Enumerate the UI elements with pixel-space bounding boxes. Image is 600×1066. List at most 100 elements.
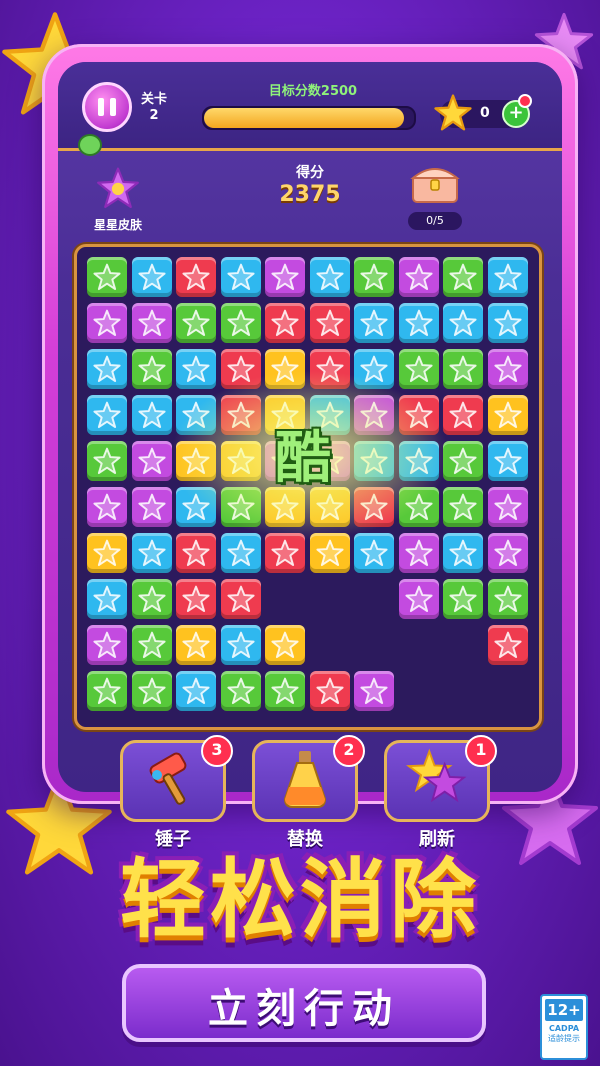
tile-cyan[interactable] bbox=[398, 303, 439, 343]
tile-cyan[interactable] bbox=[131, 533, 172, 573]
tile-cyan[interactable] bbox=[131, 257, 172, 297]
tile-green[interactable] bbox=[354, 257, 394, 297]
frog-icon bbox=[78, 134, 102, 156]
score-progress-bar bbox=[202, 106, 416, 130]
star-icon bbox=[226, 631, 255, 659]
treasure-chest-button[interactable]: 0/5 bbox=[398, 160, 472, 230]
swap-tool-button[interactable]: 2 替换 bbox=[252, 735, 365, 850]
star-icon bbox=[182, 355, 210, 383]
tile-green[interactable] bbox=[131, 671, 172, 711]
tile-green[interactable] bbox=[131, 349, 172, 389]
tile-green[interactable] bbox=[131, 579, 172, 619]
tile-yellow[interactable] bbox=[87, 533, 127, 573]
tile-purple[interactable] bbox=[398, 533, 439, 573]
tile-green[interactable] bbox=[265, 671, 305, 711]
tile-green[interactable] bbox=[220, 303, 261, 343]
star-icon bbox=[182, 539, 210, 567]
tile-cyan[interactable] bbox=[443, 533, 483, 573]
refresh-star-icon bbox=[406, 748, 467, 803]
tile-cyan[interactable] bbox=[487, 257, 528, 297]
tile-green[interactable] bbox=[87, 441, 127, 481]
tile-green[interactable] bbox=[443, 349, 483, 389]
tile-purple[interactable] bbox=[354, 671, 394, 711]
tile-cyan[interactable] bbox=[220, 257, 261, 297]
tile-red[interactable] bbox=[220, 579, 261, 619]
tile-green[interactable] bbox=[443, 257, 483, 297]
tile-purple[interactable] bbox=[131, 441, 172, 481]
star-icon bbox=[271, 539, 299, 567]
tile-cyan[interactable] bbox=[443, 303, 483, 343]
tile-cyan[interactable] bbox=[176, 671, 216, 711]
pause-button[interactable] bbox=[82, 82, 132, 132]
chest-progress: 0/5 bbox=[408, 212, 462, 230]
star-icon bbox=[93, 539, 121, 567]
tile-cyan[interactable] bbox=[87, 395, 127, 435]
gift-icon bbox=[97, 167, 139, 209]
tile-cyan[interactable] bbox=[354, 303, 394, 343]
tile-red[interactable] bbox=[309, 303, 350, 343]
score-label: 得分 bbox=[296, 165, 324, 181]
refresh-tool-button[interactable]: 1 刷新 bbox=[384, 735, 497, 850]
tile-yellow[interactable] bbox=[176, 625, 216, 665]
tile-cyan[interactable] bbox=[487, 441, 528, 481]
tile-purple[interactable] bbox=[87, 625, 127, 665]
tile-yellow[interactable] bbox=[487, 395, 528, 435]
tile-green[interactable] bbox=[443, 487, 483, 527]
tile-cyan[interactable] bbox=[176, 349, 216, 389]
star-skin-button[interactable]: 星星皮肤 bbox=[78, 166, 158, 233]
tile-red[interactable] bbox=[176, 579, 216, 619]
level-label: 关卡 bbox=[140, 92, 167, 107]
tile-red[interactable] bbox=[309, 671, 350, 711]
tile-cyan[interactable] bbox=[87, 349, 127, 389]
tile-red[interactable] bbox=[443, 395, 483, 435]
star-skin-label: 星星皮肤 bbox=[93, 218, 142, 232]
tile-red[interactable] bbox=[176, 533, 216, 573]
tile-purple[interactable] bbox=[131, 487, 172, 527]
star-icon bbox=[226, 539, 255, 567]
tile-purple[interactable] bbox=[398, 579, 439, 619]
tile-green[interactable] bbox=[176, 303, 216, 343]
tile-red[interactable] bbox=[176, 257, 216, 297]
star-icon bbox=[360, 263, 388, 291]
tile-purple[interactable] bbox=[487, 349, 528, 389]
age-rating-badge: 12+ CADPA 适龄提示 bbox=[540, 994, 588, 1060]
tile-purple[interactable] bbox=[398, 257, 439, 297]
hammer-tool-button[interactable]: 3 锤子 bbox=[120, 735, 233, 850]
star-icon bbox=[404, 309, 433, 337]
tile-red[interactable] bbox=[487, 625, 528, 665]
star-icon bbox=[93, 263, 121, 291]
tile-red[interactable] bbox=[265, 303, 305, 343]
star-icon bbox=[93, 677, 121, 705]
star-icon bbox=[137, 631, 166, 659]
treasure-chest-icon bbox=[410, 168, 460, 203]
star-icon bbox=[137, 263, 166, 291]
tile-purple[interactable] bbox=[487, 533, 528, 573]
tile-green[interactable] bbox=[220, 671, 261, 711]
promo-ribbon: 立刻行动 bbox=[122, 964, 486, 1042]
tile-yellow[interactable] bbox=[265, 625, 305, 665]
tile-green[interactable] bbox=[87, 671, 127, 711]
star-icon bbox=[449, 309, 477, 337]
tile-green[interactable] bbox=[398, 349, 439, 389]
tile-cyan[interactable] bbox=[87, 579, 127, 619]
tile-cyan[interactable] bbox=[354, 533, 394, 573]
tile-purple[interactable] bbox=[87, 303, 127, 343]
tile-cyan[interactable] bbox=[131, 395, 172, 435]
tile-green[interactable] bbox=[87, 257, 127, 297]
tile-purple[interactable] bbox=[265, 257, 305, 297]
tile-purple[interactable] bbox=[87, 487, 127, 527]
tile-green[interactable] bbox=[487, 579, 528, 619]
star-icon bbox=[137, 677, 166, 705]
tile-green[interactable] bbox=[443, 579, 483, 619]
tile-cyan[interactable] bbox=[309, 257, 350, 297]
star-icon bbox=[493, 447, 522, 475]
swap-count: 2 bbox=[333, 735, 365, 767]
tile-purple[interactable] bbox=[487, 487, 528, 527]
tile-cyan[interactable] bbox=[220, 533, 261, 573]
tile-green[interactable] bbox=[131, 625, 172, 665]
tile-cyan[interactable] bbox=[220, 625, 261, 665]
hammer-icon bbox=[149, 752, 187, 805]
tile-purple[interactable] bbox=[131, 303, 172, 343]
tile-cyan[interactable] bbox=[487, 303, 528, 343]
star-icon bbox=[93, 493, 121, 521]
